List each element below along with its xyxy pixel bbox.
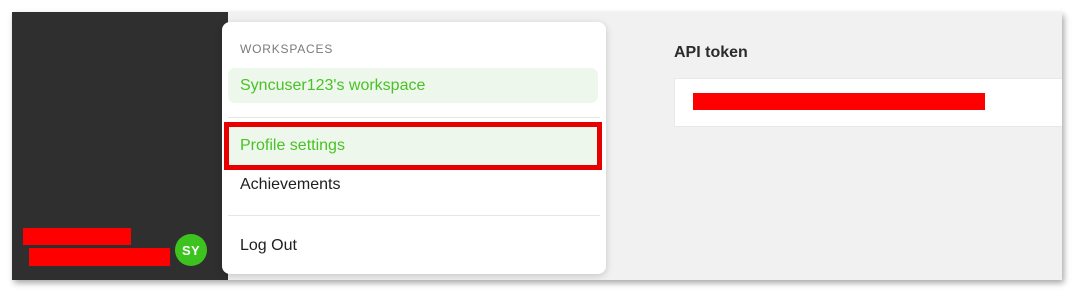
log-out-menu-item[interactable]: Log Out [240,237,297,255]
menu-divider [228,117,600,118]
menu-divider [228,215,600,216]
redacted-user-email [29,248,170,266]
api-token-field[interactable] [674,78,1062,127]
profile-settings-menu-item[interactable]: Profile settings [224,122,602,170]
sidebar: SY [12,12,228,280]
workspace-item[interactable]: Syncuser123's workspace [228,68,598,103]
user-dropdown-menu: WORKSPACES Syncuser123's workspace Profi… [222,22,606,274]
user-avatar[interactable]: SY [175,234,207,266]
app-window: SY API token WORKSPACES Syncuser123's wo… [12,12,1062,280]
api-token-heading: API token [674,44,748,61]
achievements-menu-item[interactable]: Achievements [240,176,341,194]
redacted-user-name [23,228,131,245]
redacted-api-token [693,93,985,110]
workspaces-heading: WORKSPACES [240,42,334,56]
